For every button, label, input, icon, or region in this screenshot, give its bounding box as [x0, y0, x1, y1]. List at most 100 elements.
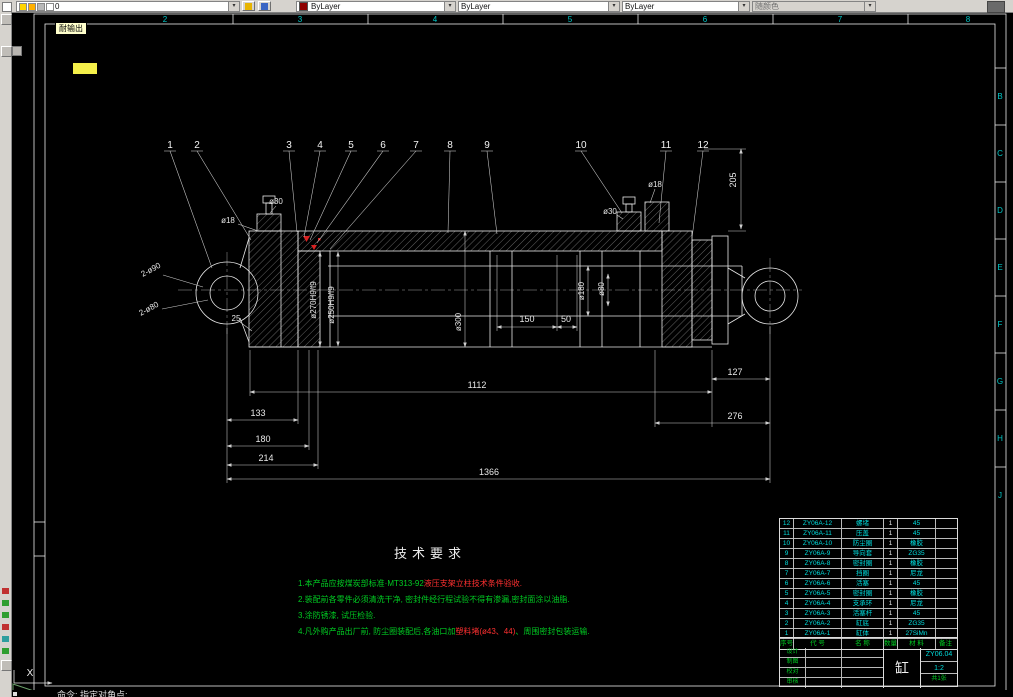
part-qty: 1	[884, 549, 898, 558]
drawing-number: ZY06.04	[921, 648, 957, 662]
part-material: 橡胶	[898, 589, 936, 598]
lineweight-combo-arrow[interactable]: ▾	[738, 2, 749, 11]
color-value: ByLayer	[311, 2, 341, 11]
linetype-combo-arrow[interactable]: ▾	[608, 2, 619, 11]
part-code: ZY06A-7	[794, 569, 842, 578]
left-strip-button[interactable]	[1, 660, 12, 671]
dim-dia30-right: ø30	[603, 207, 617, 216]
callout-9: 9	[484, 140, 490, 151]
part-name: 螺堵	[842, 519, 884, 528]
part-qty: 1	[884, 559, 898, 568]
part-qty: 1	[884, 609, 898, 618]
floating-grip-icon[interactable]	[12, 46, 22, 56]
part-seq: 10	[780, 539, 794, 548]
left-strip-marker[interactable]	[2, 588, 9, 594]
layer-previous-icon	[261, 2, 268, 10]
parts-row: 11 ZY06A-11 压盖 1 45	[780, 529, 957, 539]
command-text: 命令: 指定对角点:	[57, 690, 128, 697]
title-block: 设计 制图 校对 审核 缸 ZY06.04 1:2 共1张	[779, 648, 958, 688]
part-note	[936, 589, 955, 598]
layer-combo-arrow[interactable]: ▾	[228, 2, 239, 11]
parts-row: 6 ZY06A-6 活塞 1 45	[780, 579, 957, 589]
title-label-draw: 制图	[780, 658, 806, 667]
part-seq: 12	[780, 519, 794, 528]
dim-1112: 1112	[468, 380, 487, 390]
part-note	[936, 559, 955, 568]
callout-numbers: 1 2 3 4 5 6 7 8 9 10 11 12	[167, 140, 709, 151]
parts-row: 3 ZY06A-3 活塞杆 1 45	[780, 609, 957, 619]
dim-dia80: ø80	[597, 282, 606, 296]
callout-5: 5	[348, 140, 354, 151]
color-combo[interactable]: ByLayer ▾	[296, 1, 456, 12]
part-seq: 7	[780, 569, 794, 578]
dim-dia270: ø270H9/f9	[309, 281, 318, 319]
part-note	[936, 539, 955, 548]
part-seq: 9	[780, 549, 794, 558]
parts-row: 10 ZY06A-10 防尘圈 1 橡胶	[780, 539, 957, 549]
drawing-scale: 1:2	[921, 662, 957, 674]
part-material: ZG35	[898, 619, 936, 628]
left-strip-marker[interactable]	[2, 636, 9, 642]
part-note	[936, 529, 955, 538]
tech-note-4-red: 塑料堵(ø43、44)	[455, 627, 516, 636]
make-object-layer-current-button[interactable]	[242, 1, 255, 11]
part-note	[936, 599, 955, 608]
part-name: 防尘圈	[842, 539, 884, 548]
part-qty: 1	[884, 569, 898, 578]
part-code: ZY06A-10	[794, 539, 842, 548]
layer-combo[interactable]: 0 ▾	[16, 1, 240, 12]
left-strip-button[interactable]	[1, 46, 12, 57]
zone-right: G	[997, 377, 1003, 386]
dim-214: 214	[258, 453, 273, 463]
part-note	[936, 609, 955, 618]
zone-top: 7	[838, 15, 843, 24]
part-name: 密封圈	[842, 559, 884, 568]
layer-tooltip: 耐输出	[55, 22, 87, 35]
layer-on-icon	[19, 2, 27, 11]
part-qty: 1	[884, 579, 898, 588]
part-code: ZY06A-2	[794, 619, 842, 628]
section-hatching	[248, 201, 713, 348]
toolbar-grip[interactable]	[2, 2, 12, 12]
command-line-strip[interactable]: 命令: 指定对角点:	[11, 690, 1013, 697]
layer-lock-icon	[37, 2, 45, 11]
plotstyle-combo-arrow: ▾	[864, 2, 875, 11]
zone-top: 8	[966, 15, 971, 24]
zone-right: J	[998, 491, 1002, 500]
callout-4: 4	[317, 140, 323, 151]
dim-dia18-right: ø18	[648, 180, 662, 189]
zone-right: B	[997, 92, 1002, 101]
parts-list: 12 ZY06A-12 螺堵 1 45 11 ZY06A-11 压盖 1 45 10 ZY06A-…	[779, 518, 958, 639]
color-combo-arrow[interactable]: ▾	[444, 2, 455, 11]
part-material: 45	[898, 529, 936, 538]
part-code: ZY06A-11	[794, 529, 842, 538]
zone-top: 2	[163, 15, 168, 24]
plotstyle-value: 随颜色	[755, 2, 779, 11]
part-note	[936, 579, 955, 588]
tech-note-1-red: 液压支架立柱技术条件验收.	[423, 579, 523, 588]
dim-dia30-left: ø30	[269, 197, 283, 206]
left-strip-marker[interactable]	[2, 612, 9, 618]
callout-2: 2	[194, 140, 200, 151]
left-strip-button[interactable]	[1, 14, 12, 25]
toolbar-end-button[interactable]	[987, 1, 1005, 13]
part-code: ZY06A-4	[794, 599, 842, 608]
layer-thaw-icon	[28, 2, 36, 11]
layer-previous-button[interactable]	[258, 1, 271, 11]
color-swatch	[299, 2, 308, 11]
part-code: ZY06A-6	[794, 579, 842, 588]
lineweight-combo[interactable]: ByLayer ▾	[622, 1, 750, 12]
part-material: 45	[898, 609, 936, 618]
part-note	[936, 619, 955, 628]
linetype-combo[interactable]: ByLayer ▾	[458, 1, 620, 12]
left-strip-marker[interactable]	[2, 648, 9, 654]
part-qty: 1	[884, 619, 898, 628]
dim-133: 133	[250, 408, 265, 418]
plotstyle-combo: 随颜色 ▾	[752, 1, 876, 12]
left-strip-marker[interactable]	[2, 600, 9, 606]
dim-50: 50	[561, 314, 571, 324]
left-strip-marker[interactable]	[2, 624, 9, 630]
callout-3: 3	[286, 140, 292, 151]
technical-requirements: 技术要求 1.本产品应按煤炭部标准·MT313-92液压支架立柱技术条件验收. …	[298, 543, 738, 640]
linetype-value: ByLayer	[461, 2, 491, 11]
